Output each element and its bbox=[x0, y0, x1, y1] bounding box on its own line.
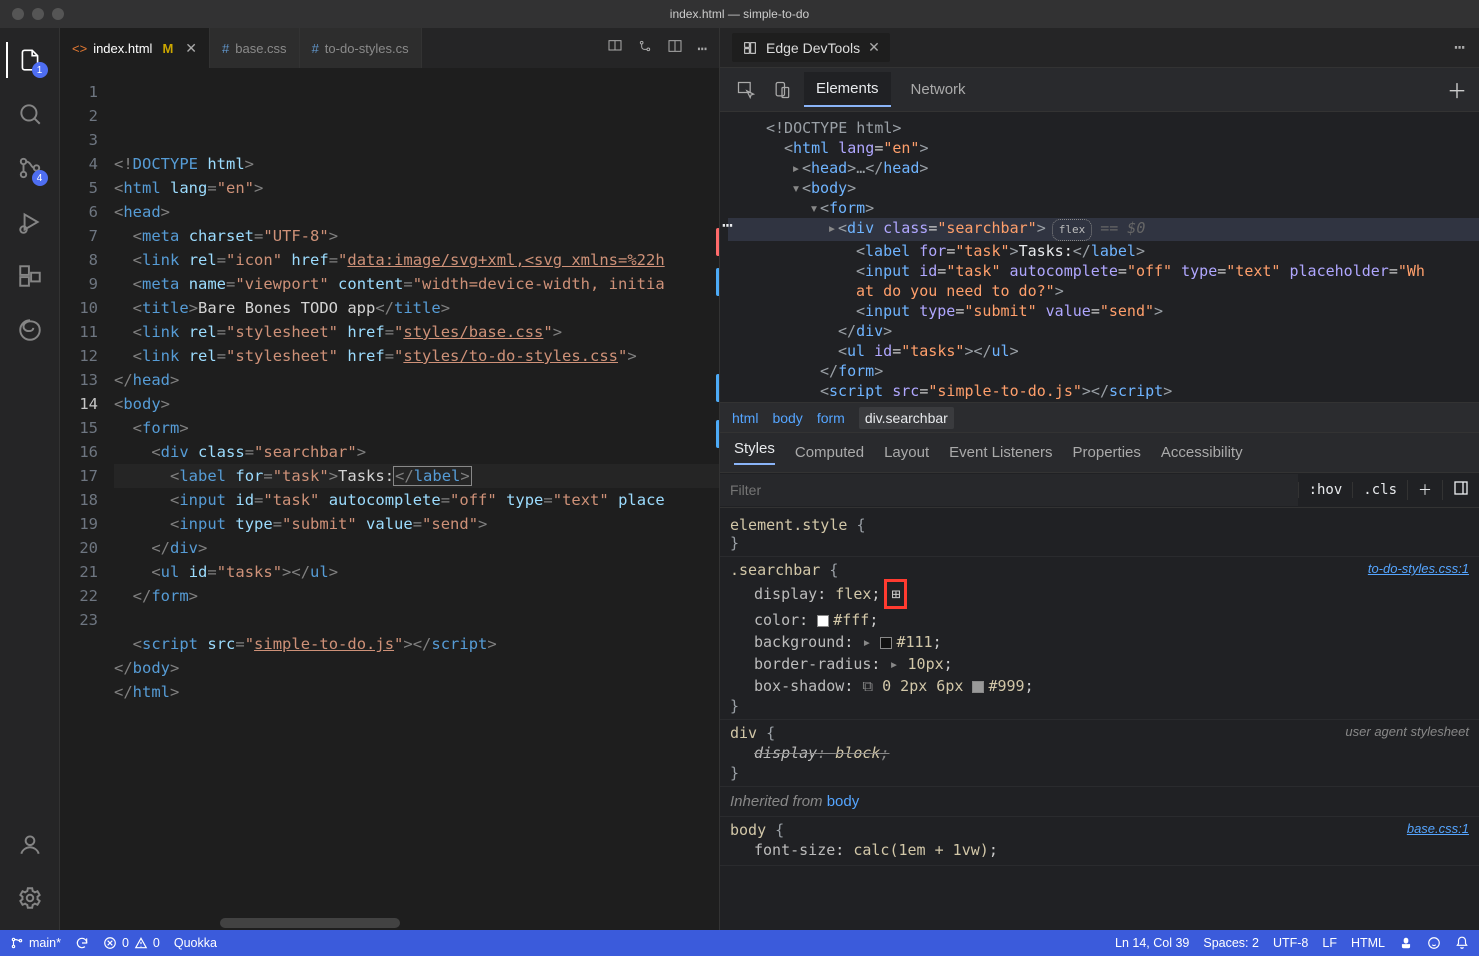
open-preview-icon[interactable] bbox=[607, 38, 623, 58]
add-tab-icon[interactable]: ＋ bbox=[1447, 75, 1467, 104]
editor-group: <>index.htmlM✕#base.css#to-do-styles.cs … bbox=[60, 28, 720, 930]
dom-node[interactable]: <input id="task" autocomplete="off" type… bbox=[728, 261, 1479, 281]
css-rule[interactable]: user agent stylesheetdiv {display: block… bbox=[720, 720, 1479, 787]
styles-tab[interactable]: Accessibility bbox=[1161, 444, 1243, 461]
styles-filter-bar: :hov .cls ＋ bbox=[720, 472, 1479, 508]
explorer-badge: 1 bbox=[32, 62, 48, 78]
run-debug-icon[interactable] bbox=[6, 198, 54, 246]
problems[interactable]: 0 0 bbox=[103, 936, 160, 950]
cursor-position[interactable]: Ln 14, Col 39 bbox=[1115, 936, 1189, 950]
inherited-from: Inherited from body bbox=[720, 787, 1479, 817]
devtools-panel: Edge DevTools ✕ ⋯ Elements Network ＋ <!D… bbox=[720, 28, 1479, 930]
activity-bar: 1 4 bbox=[0, 28, 60, 930]
styles-tab[interactable]: Layout bbox=[884, 444, 929, 461]
dom-node[interactable]: <!DOCTYPE html> bbox=[728, 118, 1479, 138]
window-title: index.html — simple-to-do bbox=[670, 7, 809, 21]
styles-tabbar: Styles Computed Layout Event Listeners Prope… bbox=[720, 432, 1479, 472]
inspect-element-icon[interactable] bbox=[732, 76, 760, 104]
window-controls[interactable] bbox=[12, 8, 64, 20]
source-control-icon[interactable]: 4 bbox=[6, 144, 54, 192]
dom-node[interactable]: at do you need to do?"> bbox=[728, 281, 1479, 301]
titlebar: index.html — simple-to-do bbox=[0, 0, 1479, 28]
panel-more-icon[interactable]: ⋯ bbox=[1454, 37, 1467, 58]
editor-tab[interactable]: #base.css bbox=[210, 28, 300, 68]
device-emulation-icon[interactable] bbox=[768, 76, 796, 104]
cls-toggle[interactable]: .cls bbox=[1352, 482, 1407, 498]
devtools-tab[interactable]: Edge DevTools ✕ bbox=[732, 33, 890, 62]
dom-node[interactable]: ▾<body> bbox=[728, 178, 1479, 198]
styles-pane[interactable]: element.style {}to-do-styles.css:1.searc… bbox=[720, 508, 1479, 930]
css-rule[interactable]: to-do-styles.css:1.searchbar {display: f… bbox=[720, 557, 1479, 720]
dom-node[interactable]: <ul id="tasks"></ul> bbox=[728, 341, 1479, 361]
dom-node[interactable]: </form> bbox=[728, 361, 1479, 381]
close-icon[interactable]: ✕ bbox=[868, 39, 880, 56]
compare-changes-icon[interactable] bbox=[637, 38, 653, 58]
devtools-toolbar: Elements Network ＋ bbox=[720, 68, 1479, 112]
quokka-status[interactable]: Quokka bbox=[174, 936, 217, 950]
tab-elements[interactable]: Elements bbox=[804, 72, 891, 107]
styles-tab[interactable]: Computed bbox=[795, 444, 864, 461]
dom-node[interactable]: ▸<head>…</head> bbox=[728, 158, 1479, 178]
tab-network[interactable]: Network bbox=[899, 73, 978, 106]
sync-icon[interactable] bbox=[75, 936, 89, 950]
search-icon[interactable] bbox=[6, 90, 54, 138]
status-bar: main* 0 0 Quokka Ln 14, Col 39 Spaces: 2… bbox=[0, 930, 1479, 956]
dom-node[interactable]: <input type="submit" value="send"> bbox=[728, 301, 1479, 321]
git-branch[interactable]: main* bbox=[10, 936, 61, 950]
dom-node[interactable]: ▾<form> bbox=[728, 198, 1479, 218]
encoding[interactable]: UTF-8 bbox=[1273, 936, 1308, 950]
styles-tab[interactable]: Event Listeners bbox=[949, 444, 1052, 461]
close-icon[interactable]: ✕ bbox=[185, 40, 197, 57]
eol[interactable]: LF bbox=[1322, 936, 1337, 950]
dom-node[interactable]: <!-- Inserted by Reload --> bbox=[728, 401, 1479, 402]
styles-tab[interactable]: Styles bbox=[734, 440, 775, 465]
extensions-icon[interactable] bbox=[6, 252, 54, 300]
styles-tab[interactable]: Properties bbox=[1073, 444, 1141, 461]
breadcrumb-item[interactable]: div.searchbar bbox=[859, 407, 954, 429]
flexbox-editor-icon[interactable]: ⊞ bbox=[884, 579, 907, 609]
zoom-window[interactable] bbox=[52, 8, 64, 20]
more-actions-icon[interactable]: ⋯ bbox=[697, 39, 707, 58]
scm-badge: 4 bbox=[32, 170, 48, 186]
hov-toggle[interactable]: :hov bbox=[1298, 482, 1353, 498]
code-editor[interactable]: 1234567891011121314151617181920212223 <!… bbox=[60, 68, 719, 918]
css-rule[interactable]: base.css:1body {font-size: calc(1em + 1v… bbox=[720, 817, 1479, 866]
copilot-icon[interactable] bbox=[1399, 936, 1413, 950]
dom-node[interactable]: ▸<div class="searchbar">flex== $0 bbox=[728, 218, 1479, 241]
language-mode[interactable]: HTML bbox=[1351, 936, 1385, 950]
dom-node[interactable]: <script src="simple-to-do.js"></script> bbox=[728, 381, 1479, 401]
accounts-icon[interactable] bbox=[6, 820, 54, 868]
editor-tabbar: <>index.htmlM✕#base.css#to-do-styles.cs … bbox=[60, 28, 719, 68]
breadcrumb-item[interactable]: form bbox=[817, 410, 845, 426]
minimize-window[interactable] bbox=[32, 8, 44, 20]
editor-tab[interactable]: <>index.htmlM✕ bbox=[60, 28, 210, 68]
dom-node[interactable]: <label for="task">Tasks:</label> bbox=[728, 241, 1479, 261]
indentation[interactable]: Spaces: 2 bbox=[1203, 936, 1259, 950]
editor-tab[interactable]: #to-do-styles.cs bbox=[300, 28, 422, 68]
breadcrumb-item[interactable]: body bbox=[772, 410, 802, 426]
feedback-icon[interactable] bbox=[1427, 936, 1441, 950]
explorer-icon[interactable]: 1 bbox=[6, 36, 54, 84]
close-window[interactable] bbox=[12, 8, 24, 20]
css-rule[interactable]: element.style {} bbox=[720, 512, 1479, 557]
devtools-tab-label: Edge DevTools bbox=[766, 40, 860, 56]
edge-tools-icon[interactable] bbox=[6, 306, 54, 354]
dom-node[interactable]: </div> bbox=[728, 321, 1479, 341]
computed-sidebar-icon[interactable] bbox=[1442, 480, 1479, 500]
split-editor-icon[interactable] bbox=[667, 38, 683, 58]
dom-breadcrumb[interactable]: html body form div.searchbar bbox=[720, 402, 1479, 432]
editor-actions: ⋯ bbox=[595, 28, 719, 68]
styles-filter-input[interactable] bbox=[720, 474, 1298, 506]
dom-tree[interactable]: <!DOCTYPE html><html lang="en">▸<head>…<… bbox=[720, 112, 1479, 402]
new-style-rule-icon[interactable]: ＋ bbox=[1407, 480, 1442, 500]
settings-gear-icon[interactable] bbox=[6, 874, 54, 922]
dom-node[interactable]: <html lang="en"> bbox=[728, 138, 1479, 158]
notifications-icon[interactable] bbox=[1455, 936, 1469, 950]
horizontal-scrollbar[interactable] bbox=[60, 918, 719, 930]
breadcrumb-item[interactable]: html bbox=[732, 410, 758, 426]
